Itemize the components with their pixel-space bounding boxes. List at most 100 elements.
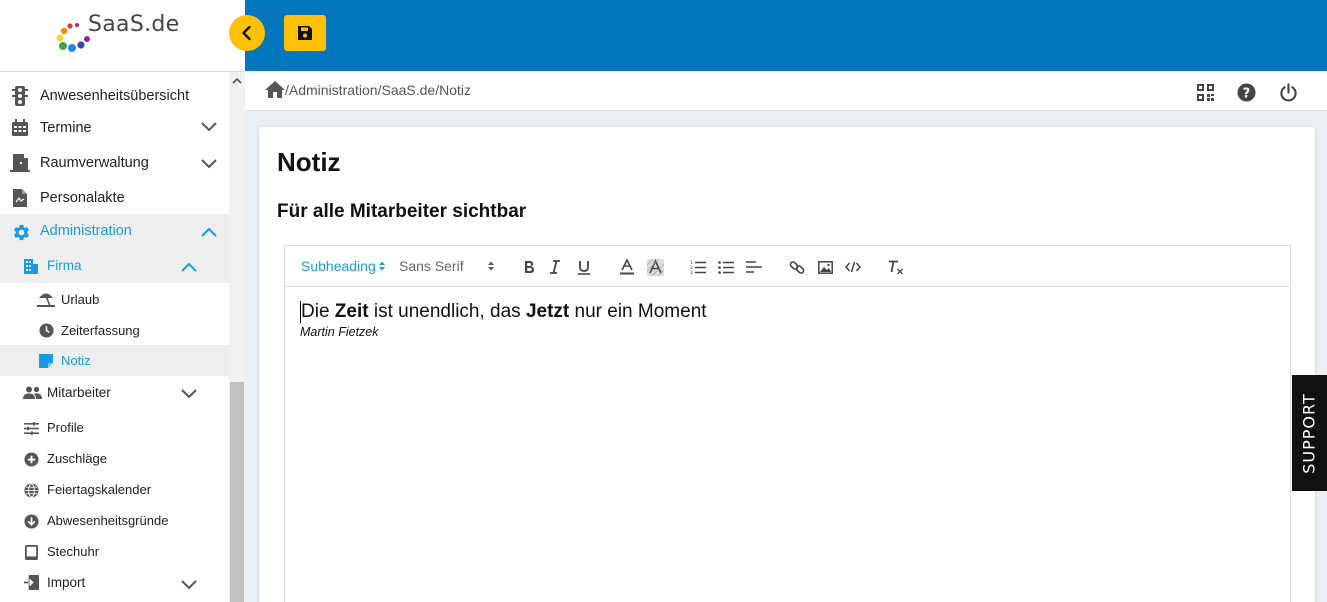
breadcrumb-path[interactable]: /Administration/SaaS.de/Notiz (285, 82, 471, 98)
sidebar-item-label: Raumverwaltung (40, 155, 149, 171)
sidebar-item-import[interactable]: Import (0, 570, 229, 596)
power-icon[interactable] (1277, 81, 1299, 103)
import-icon (23, 574, 39, 590)
support-tab[interactable]: SUPPORT (1292, 375, 1327, 491)
sidebar-item-label: Anwesenheitsübersicht (40, 88, 190, 104)
breadcrumb: /Administration/SaaS.de/Notiz (265, 81, 471, 98)
sidebar-item-label: Stechuhr (47, 544, 100, 559)
gear-icon (11, 222, 31, 242)
home-icon[interactable] (265, 81, 285, 98)
sidebar-item-personalakte[interactable]: Personalakte (0, 186, 229, 210)
align-left-icon[interactable] (745, 258, 763, 276)
sidebar-item-mitarbeiter[interactable]: Mitarbeiter (0, 380, 229, 406)
sidebar: SaaS.de Anwesenheitsübersicht Termine Ra… (0, 0, 265, 602)
select-arrows-icon (488, 261, 494, 271)
format-select[interactable]: Subheading (301, 258, 386, 274)
code-icon[interactable] (844, 258, 862, 276)
sidebar-item-label: Administration (40, 223, 132, 239)
chevron-down-icon (181, 580, 197, 590)
sidebar-item-feiertagskalender[interactable]: Feiertagskalender (0, 479, 229, 501)
sidebar-item-firma[interactable]: Firma (0, 250, 229, 283)
page-title: Notiz (277, 147, 341, 177)
sidebar-item-termine[interactable]: Termine (0, 116, 229, 142)
help-icon[interactable]: ? (1235, 81, 1257, 103)
svg-text:3: 3 (690, 270, 693, 274)
logo-area: SaaS.de (0, 0, 245, 72)
sidebar-item-profile[interactable]: Profile (0, 417, 229, 439)
sidebar-nav: Anwesenheitsübersicht Termine Raumverwal… (0, 72, 229, 602)
bullet-list-icon[interactable] (717, 258, 735, 276)
sidebar-item-administration[interactable]: Administration (0, 214, 229, 250)
support-label: SUPPORT (1300, 392, 1320, 474)
qr-code-icon[interactable] (1194, 81, 1216, 103)
scroll-up-arrow-icon[interactable] (229, 72, 245, 88)
sidebar-item-label: Notiz (61, 353, 91, 368)
content-card: Notiz Für alle Mitarbeiter sichtbar Subh… (259, 127, 1315, 602)
sidebar-item-label: Firma (47, 258, 82, 273)
sidebar-item-urlaub[interactable]: Urlaub (0, 289, 229, 311)
ordered-list-icon[interactable]: 123 (689, 258, 707, 276)
sidebar-item-label: Termine (40, 120, 92, 136)
scrollbar-thumb[interactable] (230, 382, 244, 602)
people-icon (22, 384, 42, 400)
sidebar-item-stechuhr[interactable]: Stechuhr (0, 541, 229, 563)
sidebar-item-anwesenheitsuebersicht[interactable]: Anwesenheitsübersicht (0, 84, 229, 108)
chevron-down-icon (201, 122, 217, 132)
format-select-value: Subheading (301, 258, 376, 274)
breadcrumb-bar: /Administration/SaaS.de/Notiz ? (245, 71, 1327, 111)
sidebar-item-label: Zeiterfassung (61, 323, 140, 338)
svg-text:?: ? (1242, 86, 1250, 101)
chevron-down-icon (181, 389, 197, 399)
door-icon (10, 154, 30, 172)
top-bar (245, 0, 1327, 71)
sidebar-item-label: Abwesenheitsgründe (47, 513, 169, 528)
arrow-down-circle-icon (23, 513, 39, 529)
image-icon[interactable] (816, 258, 834, 276)
note-icon (38, 353, 54, 369)
calendar-icon (11, 119, 29, 137)
plus-circle-icon (23, 451, 39, 467)
clear-formatting-icon[interactable] (887, 258, 905, 276)
file-icon (12, 188, 28, 208)
select-arrows-icon (378, 261, 385, 271)
save-button[interactable] (284, 15, 326, 51)
chevron-up-icon (181, 262, 197, 272)
text-color-icon[interactable] (618, 258, 636, 276)
italic-icon[interactable] (546, 258, 564, 276)
sidebar-item-zuschlaege[interactable]: Zuschläge (0, 448, 229, 470)
tablet-icon (23, 544, 39, 560)
sidebar-item-label: Personalakte (40, 190, 125, 206)
building-icon (23, 258, 39, 274)
sidebar-item-label: Feiertagskalender (47, 482, 152, 497)
chevron-up-icon (201, 227, 217, 237)
sidebar-scrollbar[interactable] (229, 72, 245, 602)
sliders-icon (23, 420, 39, 436)
underline-icon[interactable] (575, 258, 593, 276)
sidebar-collapse-button[interactable] (229, 15, 265, 51)
editor-content[interactable]: Die Zeit ist unendlich, das Jetzt nur ei… (300, 301, 707, 339)
sidebar-item-abwesenheitsgruende[interactable]: Abwesenheitsgründe (0, 510, 229, 532)
text-segment: Die (301, 301, 335, 322)
background-color-icon[interactable] (646, 258, 664, 276)
text-segment: ist unendlich, das (368, 301, 526, 322)
sidebar-item-notiz[interactable]: Notiz (0, 345, 229, 376)
font-select-value: Sans Serif (399, 258, 464, 274)
chevron-down-icon (201, 159, 217, 169)
link-icon[interactable] (788, 258, 806, 276)
sidebar-item-raumverwaltung[interactable]: Raumverwaltung (0, 151, 229, 177)
page-subtitle: Für alle Mitarbeiter sichtbar (277, 201, 527, 222)
sidebar-item-label: Mitarbeiter (47, 385, 111, 400)
sidebar-item-label: Profile (47, 420, 84, 435)
bold-text-segment: Zeit (334, 301, 369, 322)
bold-text-segment: Jetzt (525, 301, 570, 322)
sidebar-item-zeiterfassung[interactable]: Zeiterfassung (0, 320, 229, 342)
beach-umbrella-icon (37, 291, 55, 307)
text-segment: nur ein Moment (569, 301, 707, 322)
font-select[interactable]: Sans Serif (399, 258, 495, 274)
sidebar-item-label: Urlaub (61, 292, 100, 307)
bold-icon[interactable] (520, 258, 538, 276)
author-text: Martin Fietzek (300, 325, 379, 339)
rich-text-editor[interactable]: Subheading Sans Serif 1 2 3 Die Zeit ist… (284, 245, 1291, 602)
globe-icon (23, 482, 39, 498)
logo-text: SaaS.de (88, 12, 180, 37)
